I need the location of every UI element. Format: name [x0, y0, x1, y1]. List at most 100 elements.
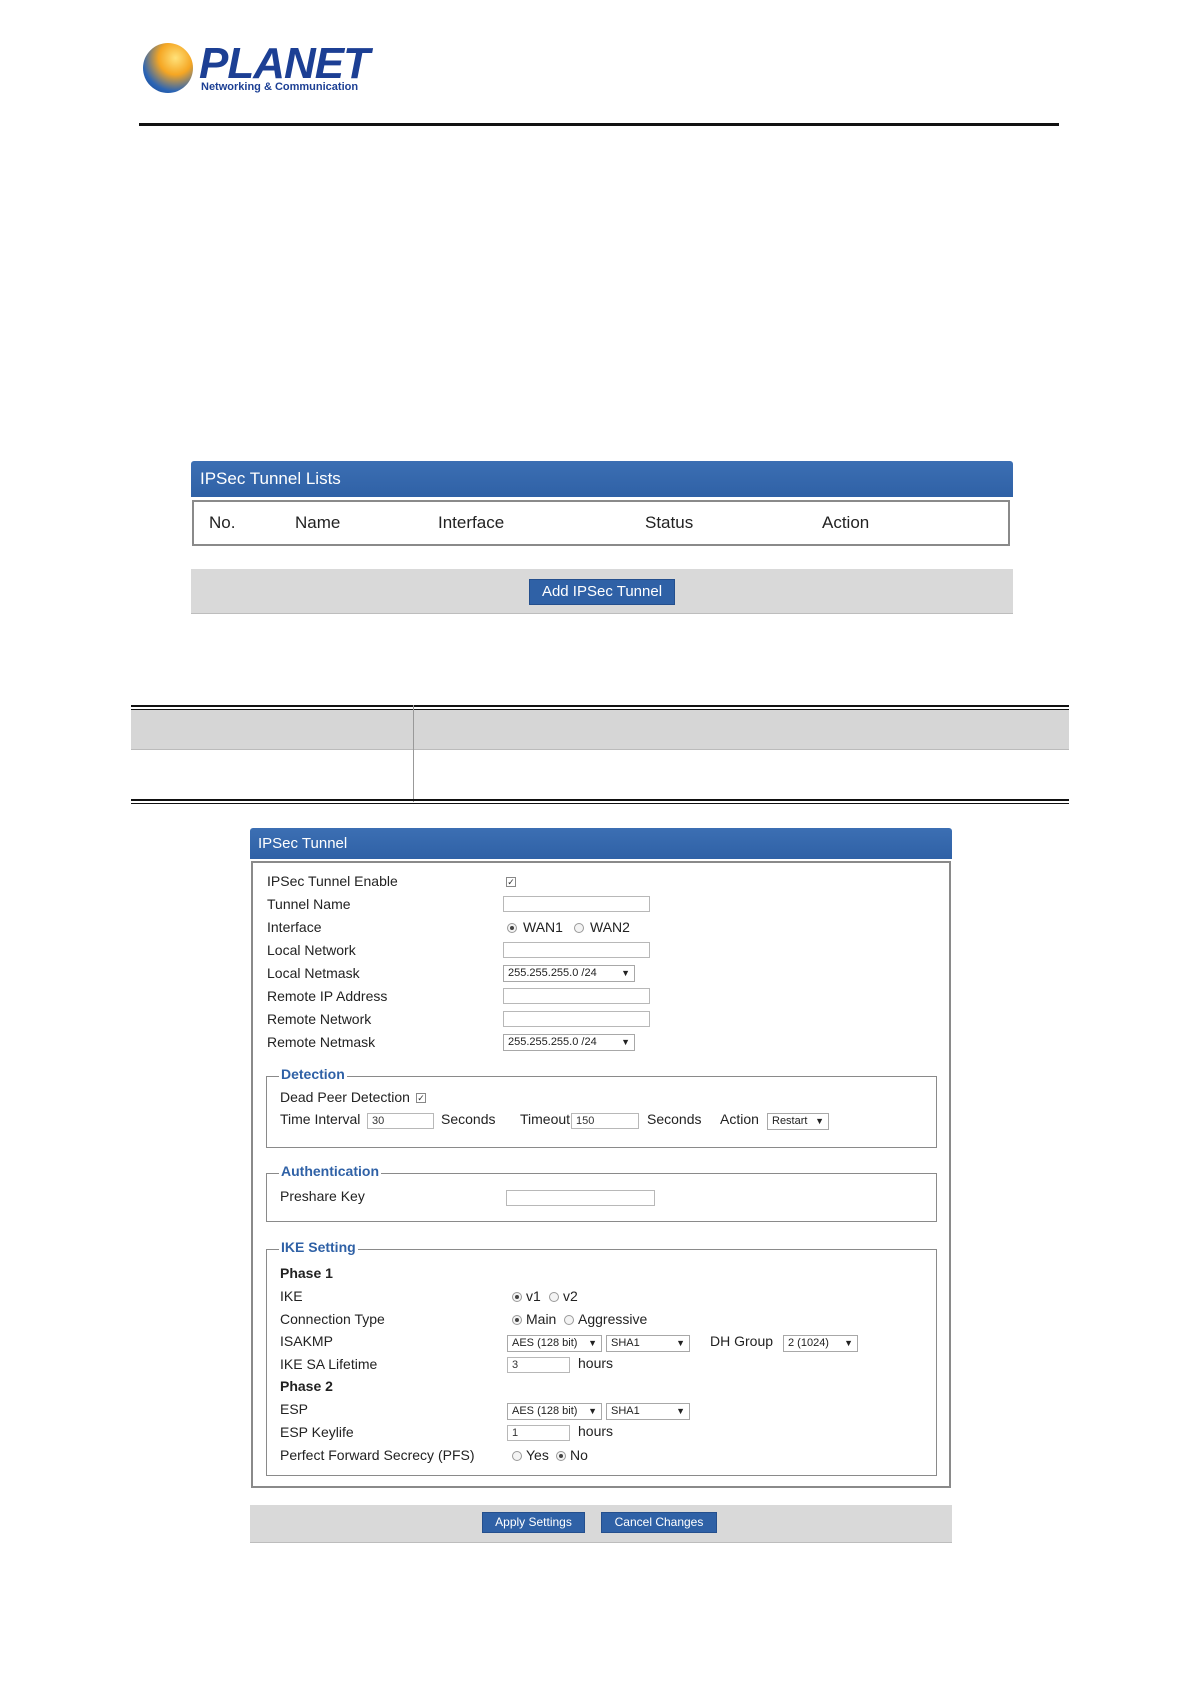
pfs-yes-radio[interactable] — [512, 1451, 522, 1461]
cancel-changes-button[interactable]: Cancel Changes — [601, 1512, 717, 1533]
add-ipsec-tunnel-button[interactable]: Add IPSec Tunnel — [529, 579, 675, 605]
ike-setting-legend: IKE Setting — [279, 1239, 358, 1255]
remote-network-label: Remote Network — [267, 1011, 372, 1027]
col-header-action: Action — [822, 513, 870, 532]
ike-sa-lifetime-label: IKE SA Lifetime — [280, 1356, 378, 1372]
chevron-down-icon: ▼ — [588, 1406, 597, 1416]
remote-ip-input[interactable] — [503, 988, 650, 1004]
preshare-key-label: Preshare Key — [280, 1188, 365, 1204]
desc-table-header — [131, 710, 1069, 749]
time-interval-input[interactable]: 30 — [367, 1113, 434, 1129]
desc-table-bottom-rule — [131, 799, 1069, 801]
esp-keylife-input[interactable]: 1 — [507, 1425, 570, 1441]
local-network-input[interactable] — [503, 942, 650, 958]
tunnel-list-title: IPSec Tunnel Lists — [200, 469, 341, 488]
conn-main-label: Main — [526, 1311, 557, 1327]
action-value: Restart — [772, 1115, 808, 1127]
interface-label: Interface — [267, 919, 322, 935]
chevron-down-icon: ▼ — [621, 1037, 630, 1047]
col-header-no: No. — [209, 513, 236, 532]
ike-v2-radio[interactable] — [549, 1292, 559, 1302]
action-label: Action — [720, 1111, 759, 1127]
apply-settings-button[interactable]: Apply Settings — [482, 1512, 585, 1533]
remote-network-input[interactable] — [503, 1011, 650, 1027]
planet-logo: PLANET Networking & Communication — [143, 40, 370, 100]
esp-hash-value: SHA1 — [611, 1405, 640, 1417]
col-header-interface: Interface — [438, 513, 505, 532]
phase1-heading: Phase 1 — [280, 1265, 333, 1281]
chevron-down-icon: ▼ — [588, 1338, 597, 1348]
seconds-label: Seconds — [441, 1111, 496, 1127]
interface-wan1-label: WAN1 — [523, 919, 563, 935]
isakmp-label: ISAKMP — [280, 1333, 333, 1349]
action-select[interactable]: Restart ▼ — [767, 1113, 829, 1130]
isakmp-hash-select[interactable]: SHA1 ▼ — [606, 1335, 690, 1352]
hours-label: hours — [578, 1355, 614, 1371]
local-netmask-select[interactable]: 255.255.255.0 /24 ▼ — [503, 965, 635, 982]
hours-label: hours — [578, 1423, 614, 1439]
pfs-no-label: No — [570, 1447, 588, 1463]
connection-type-label: Connection Type — [280, 1311, 385, 1327]
desc-table-row-divider — [131, 749, 1069, 750]
tunnel-name-input[interactable] — [503, 896, 650, 912]
dh-group-value: 2 (1024) — [788, 1337, 829, 1349]
ike-sa-lifetime-input[interactable]: 3 — [507, 1357, 570, 1373]
esp-label: ESP — [280, 1401, 309, 1417]
preshare-key-input[interactable] — [506, 1190, 655, 1206]
chevron-down-icon: ▼ — [815, 1116, 824, 1126]
ipsec-tunnel-titlebar: IPSec Tunnel — [250, 828, 952, 859]
ipsec-tunnel-title: IPSec Tunnel — [258, 835, 348, 852]
remote-netmask-select[interactable]: 255.255.255.0 /24 ▼ — [503, 1034, 635, 1051]
interface-wan2-radio[interactable] — [574, 923, 584, 933]
chevron-down-icon: ▼ — [676, 1338, 685, 1348]
remote-netmask-label: Remote Netmask — [267, 1034, 376, 1050]
ipsec-tunnel-form: IPSec Tunnel Enable ✓ Tunnel Name Interf… — [251, 861, 951, 1488]
dpd-label: Dead Peer Detection — [280, 1089, 410, 1105]
conn-main-radio[interactable] — [512, 1315, 522, 1325]
col-header-name: Name — [295, 513, 341, 532]
esp-encryption-value: AES (128 bit) — [512, 1405, 578, 1417]
seconds-label: Seconds — [647, 1111, 702, 1127]
ike-v2-label: v2 — [563, 1288, 578, 1304]
local-network-label: Local Network — [267, 942, 356, 958]
ike-version-label: IKE — [280, 1288, 303, 1304]
conn-aggressive-label: Aggressive — [578, 1311, 648, 1327]
dh-group-select[interactable]: 2 (1024) ▼ — [783, 1335, 858, 1352]
chevron-down-icon: ▼ — [844, 1338, 853, 1348]
local-netmask-label: Local Netmask — [267, 965, 360, 981]
conn-aggressive-radio[interactable] — [564, 1315, 574, 1325]
pfs-label: Perfect Forward Secrecy (PFS) — [280, 1447, 475, 1463]
detection-fieldset: Detection Dead Peer Detection ✓ Time Int… — [266, 1066, 937, 1148]
tunnel-list-titlebar: IPSec Tunnel Lists — [191, 461, 1013, 497]
dpd-checkbox[interactable]: ✓ — [416, 1093, 426, 1103]
isakmp-hash-value: SHA1 — [611, 1337, 640, 1349]
desc-table-bottom-rule-2 — [131, 803, 1069, 804]
interface-wan1-radio[interactable] — [507, 923, 517, 933]
globe-logo-icon — [143, 43, 193, 93]
dh-group-label: DH Group — [710, 1333, 774, 1349]
remote-ip-label: Remote IP Address — [267, 988, 388, 1004]
desc-table-top-rule — [131, 705, 1069, 707]
interface-wan2-label: WAN2 — [590, 919, 630, 935]
esp-hash-select[interactable]: SHA1 ▼ — [606, 1403, 690, 1420]
ike-v1-label: v1 — [526, 1288, 541, 1304]
logo-tagline: Networking & Communication — [201, 81, 359, 93]
timeout-input[interactable]: 150 — [571, 1113, 639, 1129]
timeout-label: Timeout — [520, 1111, 571, 1127]
tunnel-list-table: No. Name Interface Status Action — [192, 500, 1010, 546]
esp-keylife-label: ESP Keylife — [280, 1424, 354, 1440]
detection-legend: Detection — [279, 1066, 347, 1082]
isakmp-encryption-value: AES (128 bit) — [512, 1337, 578, 1349]
col-header-status: Status — [645, 513, 694, 532]
local-netmask-value: 255.255.255.0 /24 — [508, 967, 597, 979]
ike-v1-radio[interactable] — [512, 1292, 522, 1302]
esp-encryption-select[interactable]: AES (128 bit) ▼ — [507, 1403, 602, 1420]
chevron-down-icon: ▼ — [621, 968, 630, 978]
tunnel-enable-checkbox[interactable]: ✓ — [506, 877, 516, 887]
ike-setting-fieldset: IKE Setting Phase 1 IKE v1 v2 Connection… — [266, 1239, 937, 1476]
isakmp-encryption-select[interactable]: AES (128 bit) ▼ — [507, 1335, 602, 1352]
pfs-no-radio[interactable] — [556, 1451, 566, 1461]
header-divider — [139, 123, 1059, 126]
authentication-fieldset: Authentication Preshare Key — [266, 1163, 937, 1222]
chevron-down-icon: ▼ — [676, 1406, 685, 1416]
